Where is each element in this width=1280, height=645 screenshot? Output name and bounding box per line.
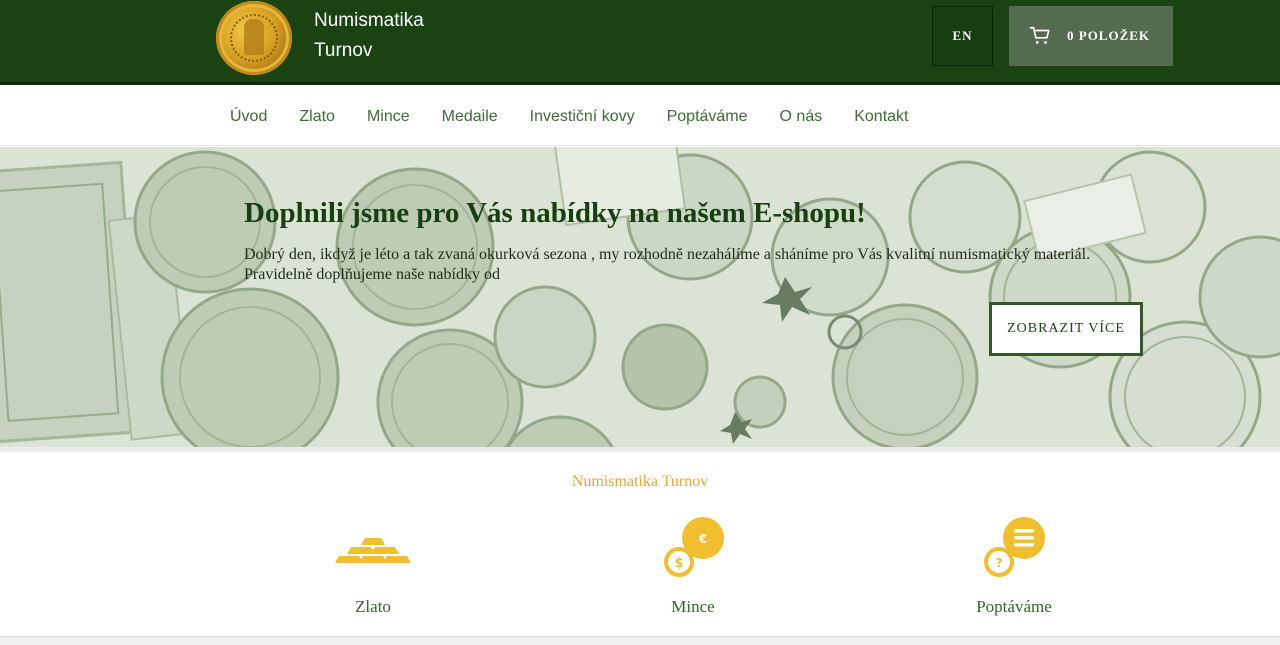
feature-label-mince: Mince xyxy=(671,597,715,616)
nav-item-o-nas[interactable]: O nás xyxy=(780,108,823,126)
coins-euro-dollar-icon: $ € xyxy=(664,517,724,577)
nav-item-zlato[interactable]: Zlato xyxy=(299,108,335,126)
section-divider xyxy=(0,447,1280,452)
nav-item-poptavame[interactable]: Poptáváme xyxy=(667,108,748,126)
brand-name[interactable]: Numismatika Turnov xyxy=(314,6,474,66)
feature-label-poptavame: Poptáváme xyxy=(976,597,1052,616)
nav-item-uvod[interactable]: Úvod xyxy=(230,108,267,126)
nav-item-investicni-kovy[interactable]: Investiční kovy xyxy=(530,108,635,126)
feature-zlato[interactable]: Zlato xyxy=(253,512,493,617)
main-navigation: Úvod Zlato Mince Medaile Investiční kovy… xyxy=(0,88,1280,146)
hero-text: Dobrý den, ikdyž je léto a tak zvaná oku… xyxy=(244,246,1091,283)
feature-poptavame[interactable]: ? Poptáváme xyxy=(894,512,1134,617)
cart-button[interactable]: 0 POLOŽEK xyxy=(1009,6,1173,66)
hero-banner: Doplnili jsme pro Vás nabídky na našem E… xyxy=(0,147,1280,447)
footer-divider xyxy=(0,636,1280,645)
feature-mince[interactable]: $ € Mince xyxy=(573,512,813,617)
hero-coins-background xyxy=(0,147,1280,447)
cart-label: 0 POLOŽEK xyxy=(1067,28,1151,43)
site-header: Numismatika Turnov EN 0 POLOŽEK xyxy=(0,0,1280,85)
cart-icon xyxy=(1029,26,1050,44)
svg-text:$: $ xyxy=(674,556,683,571)
show-more-button[interactable]: ZOBRAZIT VÍCE xyxy=(989,302,1143,356)
nav-item-mince[interactable]: Mince xyxy=(367,108,410,126)
coin-list-question-icon: ? xyxy=(984,517,1045,577)
svg-text:€: € xyxy=(698,532,707,546)
language-button[interactable]: EN xyxy=(932,6,993,66)
hero-title: Doplnili jsme pro Vás nabídky na našem E… xyxy=(244,197,866,229)
features-title: Numismatika Turnov xyxy=(571,473,709,490)
nav-item-kontakt[interactable]: Kontakt xyxy=(854,108,908,126)
logo-coin-icon[interactable] xyxy=(216,1,292,75)
feature-label-zlato: Zlato xyxy=(355,597,391,616)
gold-bars-icon xyxy=(335,538,411,563)
nav-item-medaile[interactable]: Medaile xyxy=(442,108,498,126)
svg-text:?: ? xyxy=(996,556,1003,570)
